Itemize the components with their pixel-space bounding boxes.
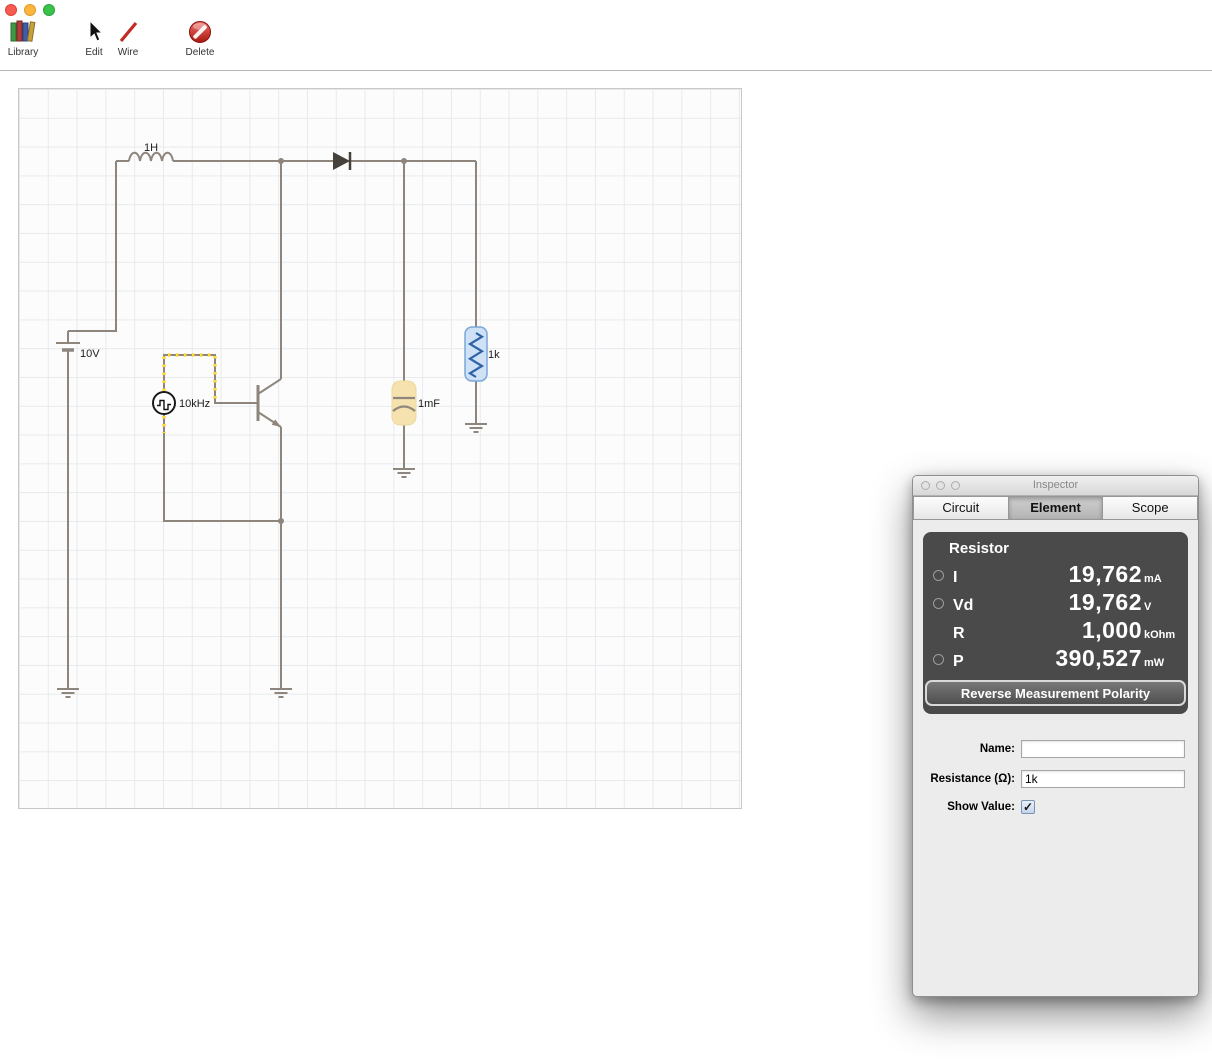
toolbar-delete-label: Delete [185, 47, 215, 58]
meter-label: I [953, 569, 958, 586]
reverse-polarity-button[interactable]: Reverse Measurement Polarity [925, 680, 1186, 706]
show-value-checkbox[interactable]: ✓ [1021, 800, 1035, 814]
meter-unit: mW [1144, 657, 1165, 669]
element-type-title: Resistor [949, 540, 1010, 557]
toolbar-wire-label: Wire [117, 47, 139, 58]
name-label: Name: [979, 743, 1015, 755]
resistance-input[interactable] [1021, 770, 1185, 788]
toolbar-edit-label: Edit [85, 47, 103, 58]
meter-label: Vd [953, 597, 974, 614]
meter-unit: mA [1144, 573, 1162, 585]
transistor-component[interactable] [256, 378, 282, 428]
meter-row-power: P 390,527 mW [933, 645, 1178, 673]
zoom-button[interactable] [43, 4, 55, 16]
toolbar-delete-button[interactable]: Delete [179, 19, 221, 58]
library-books-icon [4, 19, 42, 46]
ground-symbols[interactable] [57, 423, 487, 698]
meter-value: 1,000 [1081, 617, 1142, 643]
inductor-value-label: 1H [144, 142, 158, 154]
square-wave-source-component[interactable] [152, 391, 176, 415]
inspector-tab-bar: Circuit Element Scope [913, 496, 1198, 520]
meter-unit: V [1144, 601, 1152, 613]
inspector-titlebar[interactable]: Inspector [913, 476, 1198, 496]
meter-value: 390,527 [1055, 645, 1142, 671]
inspector-zoom-button[interactable] [951, 481, 960, 490]
meter-row-voltage: Vd 19,762 V [933, 589, 1178, 617]
circuit-canvas[interactable]: 1H 10V 10kHz 1mF 1k [18, 88, 742, 809]
battery-component[interactable] [56, 342, 80, 352]
app-titlebar: Library Edit Wire Delete [0, 0, 1212, 71]
capacitor-value-label: 1mF [418, 398, 440, 410]
source-frequency-label: 10kHz [179, 398, 210, 410]
emitter-arrow [271, 419, 281, 427]
capacitor-component[interactable] [391, 380, 417, 426]
resistance-row: Resistance (Ω): [913, 770, 1198, 788]
wire-line-icon [110, 19, 146, 46]
meter-value: 19,762 [1068, 589, 1142, 615]
resistor-value-label: 1k [488, 349, 500, 361]
inspector-window: Inspector Circuit Element Scope Resistor… [912, 475, 1199, 997]
toolbar-library-label: Library [7, 47, 39, 58]
circuit-wires[interactable] [67, 160, 477, 689]
circuit-drawing: 1H 10V 10kHz 1mF 1k [56, 142, 500, 698]
close-button[interactable] [5, 4, 17, 16]
radio-spacer [933, 626, 944, 637]
name-input[interactable] [1021, 740, 1185, 758]
toolbar-edit-button[interactable]: Edit [76, 19, 112, 58]
element-measurement-panel: Resistor I 19,762 mA Vd 19,762 V R 1,000… [923, 532, 1188, 714]
meter-unit: kOhm [1144, 629, 1176, 641]
checkmark-icon: ✓ [1022, 800, 1034, 814]
resistance-label: Resistance (Ω): [930, 773, 1015, 785]
window-traffic-lights [5, 4, 55, 16]
prohibition-icon [179, 19, 221, 46]
resistor-component[interactable] [464, 326, 488, 382]
minimize-button[interactable] [24, 4, 36, 16]
tab-scope[interactable]: Scope [1103, 496, 1198, 520]
junction-dots [278, 158, 407, 524]
inspector-close-button[interactable] [921, 481, 930, 490]
show-value-row: Show Value: ✓ [913, 800, 1198, 814]
cursor-arrow-icon [76, 19, 112, 46]
toolbar-wire-button[interactable]: Wire [110, 19, 146, 58]
toolbar-library-button[interactable]: Library [4, 19, 42, 58]
show-value-label: Show Value: [947, 801, 1015, 813]
name-row: Name: [913, 740, 1198, 758]
meter-value: 19,762 [1068, 561, 1142, 587]
meter-label: P [953, 653, 964, 670]
current-scope-radio[interactable] [933, 569, 944, 581]
tab-element[interactable]: Element [1008, 496, 1104, 520]
power-scope-radio[interactable] [933, 653, 944, 665]
meter-row-current: I 19,762 mA [933, 561, 1178, 589]
meter-row-resistance: R 1,000 kOhm [933, 617, 1178, 645]
meter-label: R [953, 625, 965, 642]
diode-component[interactable] [333, 152, 352, 170]
inspector-minimize-button[interactable] [936, 481, 945, 490]
tab-circuit[interactable]: Circuit [913, 496, 1009, 520]
capacitor-highlight [391, 380, 417, 426]
element-properties-form: Name: Resistance (Ω): Show Value: ✓ [913, 740, 1198, 814]
battery-value-label: 10V [80, 348, 100, 360]
inspector-traffic-lights [921, 481, 960, 490]
voltage-scope-radio[interactable] [933, 597, 944, 609]
